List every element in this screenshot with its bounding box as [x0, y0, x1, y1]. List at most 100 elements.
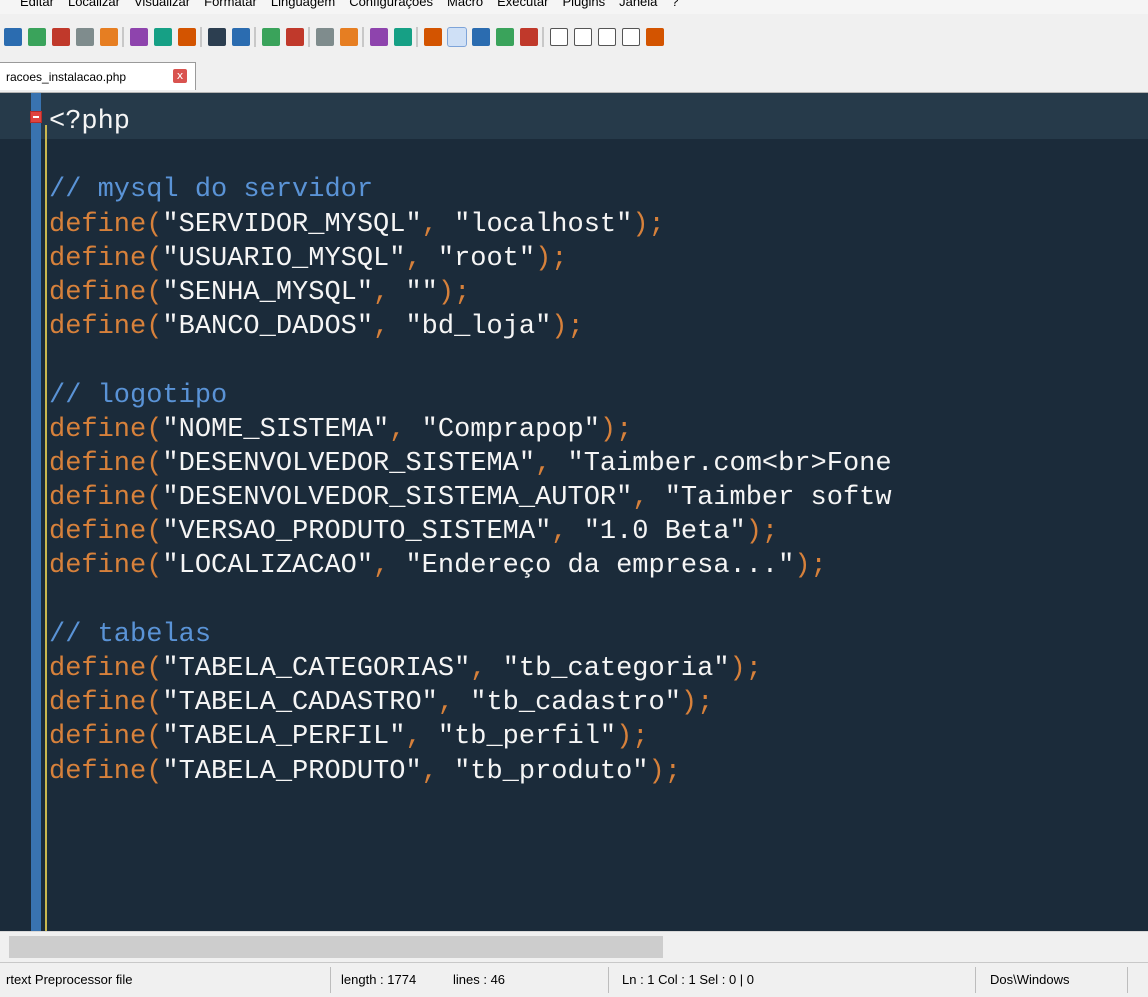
- menu-item[interactable]: Localizar: [68, 0, 120, 9]
- show-all-chars-icon[interactable]: [424, 28, 442, 46]
- toolbar-separator: [308, 27, 310, 47]
- play-macro-icon[interactable]: [598, 28, 616, 46]
- code-line[interactable]: define("SENHA_MYSQL", "");: [49, 276, 892, 310]
- udl-icon[interactable]: [472, 28, 490, 46]
- menu-item[interactable]: Janela: [619, 0, 657, 9]
- status-lines: lines : 46: [453, 972, 506, 987]
- code-token: "NOME_SISTEMA": [162, 414, 390, 445]
- code-text[interactable]: <?php // mysql do servidor define("SERVID…: [49, 98, 892, 789]
- code-token: );: [648, 756, 681, 787]
- paste-icon[interactable]: [154, 28, 172, 46]
- toolbar-separator: [254, 27, 256, 47]
- code-token: define(: [49, 722, 163, 753]
- code-line[interactable]: <?php: [49, 98, 892, 139]
- menu-item[interactable]: Plugins: [562, 0, 605, 9]
- redo-icon[interactable]: [208, 28, 226, 46]
- tab-file[interactable]: racoes_instalacao.php x: [0, 62, 196, 90]
- copy-icon[interactable]: [130, 28, 148, 46]
- code-line[interactable]: // tabelas: [49, 618, 892, 652]
- doc-map-icon[interactable]: [496, 28, 514, 46]
- code-line[interactable]: [49, 584, 892, 618]
- sync-v-icon[interactable]: [340, 28, 358, 46]
- menu-item[interactable]: Macro: [447, 0, 483, 9]
- code-token: ,: [373, 312, 406, 343]
- code-line[interactable]: [49, 139, 892, 173]
- code-token: );: [794, 551, 827, 582]
- zoom-out-icon[interactable]: [316, 28, 334, 46]
- code-token: define(: [49, 551, 163, 582]
- code-token: );: [437, 277, 471, 308]
- tab-close-icon[interactable]: x: [173, 69, 187, 83]
- code-line[interactable]: [49, 344, 892, 378]
- code-token: define(: [49, 243, 163, 274]
- function-list-icon[interactable]: [520, 28, 538, 46]
- code-line[interactable]: define("LOCALIZACAO", "Endereço da empre…: [49, 549, 892, 583]
- replace-icon[interactable]: [262, 28, 280, 46]
- code-token: define(: [49, 483, 163, 514]
- code-token: "LOCALIZACAO": [162, 551, 374, 582]
- record-macro-icon[interactable]: [550, 28, 568, 46]
- status-eol[interactable]: Dos\Windows: [990, 972, 1069, 987]
- horizontal-scrollbar[interactable]: [0, 931, 1148, 962]
- code-line[interactable]: define("NOME_SISTEMA", "Comprapop");: [49, 413, 892, 447]
- code-line[interactable]: define("TABELA_PERFIL", "tb_perfil");: [49, 720, 892, 754]
- code-token: "SERVIDOR_MYSQL": [162, 209, 422, 240]
- code-token: "BANCO_DADOS": [162, 312, 374, 343]
- find-icon[interactable]: [232, 28, 250, 46]
- close-icon[interactable]: [28, 28, 46, 46]
- menu-item[interactable]: Visualizar: [134, 0, 190, 9]
- code-line[interactable]: define("TABELA_PRODUTO", "tb_produto");: [49, 755, 892, 789]
- save-all-icon[interactable]: [4, 28, 22, 46]
- code-token: "DESENVOLVEDOR_SISTEMA": [162, 448, 536, 479]
- save-macro-icon[interactable]: [646, 28, 664, 46]
- close-all-icon[interactable]: [52, 28, 70, 46]
- code-line[interactable]: // logotipo: [49, 379, 892, 413]
- code-line[interactable]: define("SERVIDOR_MYSQL", "localhost");: [49, 208, 892, 242]
- code-token: ,: [389, 414, 422, 445]
- zoom-in-icon[interactable]: [286, 28, 304, 46]
- sync-h-icon[interactable]: [370, 28, 388, 46]
- fold-collapse-icon[interactable]: [30, 111, 42, 123]
- toolbar-separator: [122, 27, 124, 47]
- undo-icon[interactable]: [178, 28, 196, 46]
- code-line[interactable]: define("DESENVOLVEDOR_SISTEMA", "Taimber…: [49, 447, 892, 481]
- code-line[interactable]: // mysql do servidor: [49, 173, 892, 207]
- menu-item[interactable]: Formatar: [204, 0, 257, 9]
- code-editor[interactable]: <?php // mysql do servidor define("SERVID…: [0, 93, 1148, 931]
- code-token: "Taimber softw: [664, 483, 892, 514]
- menu-item[interactable]: Configurações: [349, 0, 433, 9]
- code-token: ,: [373, 551, 406, 582]
- code-line[interactable]: define("DESENVOLVEDOR_SISTEMA_AUTOR", "T…: [49, 481, 892, 515]
- code-token: "": [405, 277, 438, 308]
- cut-icon[interactable]: [100, 28, 118, 46]
- menu-item[interactable]: ?: [671, 0, 678, 9]
- code-token: "VERSAO_PRODUTO_SISTEMA": [162, 517, 552, 548]
- stop-record-icon[interactable]: [574, 28, 592, 46]
- menu-item[interactable]: Editar: [20, 0, 54, 9]
- status-position: Ln : 1 Col : 1 Sel : 0 | 0: [622, 972, 755, 987]
- code-line[interactable]: define("VERSAO_PRODUTO_SISTEMA", "1.0 Be…: [49, 515, 892, 549]
- menu-bar: Editar Localizar Visualizar Formatar Linguag…: [0, 0, 1148, 14]
- code-line[interactable]: define("TABELA_CADASTRO", "tb_cadastro")…: [49, 686, 892, 720]
- word-wrap-icon[interactable]: [394, 28, 412, 46]
- print-icon[interactable]: [76, 28, 94, 46]
- menu-item[interactable]: Executar: [497, 0, 548, 9]
- fold-guide-line: [45, 125, 47, 931]
- status-length: length : 1774: [341, 972, 417, 987]
- code-token: ,: [405, 722, 438, 753]
- code-token: <?php: [49, 107, 131, 137]
- indent-guide-icon[interactable]: [447, 27, 467, 47]
- code-token: "DESENVOLVEDOR_SISTEMA_AUTOR": [162, 483, 633, 514]
- fold-margin[interactable]: [31, 93, 41, 931]
- code-line[interactable]: define("BANCO_DADOS", "bd_loja");: [49, 310, 892, 344]
- run-macro-multiple-icon[interactable]: [622, 28, 640, 46]
- status-divider: [1127, 967, 1128, 993]
- code-token: );: [616, 722, 649, 753]
- code-line[interactable]: define("TABELA_CATEGORIAS", "tb_categori…: [49, 652, 892, 686]
- code-token: // logotipo: [49, 380, 228, 411]
- menu-item[interactable]: Linguagem: [271, 0, 335, 9]
- tab-label: racoes_instalacao.php: [6, 70, 127, 84]
- code-token: "1.0 Beta": [583, 517, 746, 548]
- code-line[interactable]: define("USUARIO_MYSQL", "root");: [49, 242, 892, 276]
- scrollbar-thumb[interactable]: [9, 936, 663, 958]
